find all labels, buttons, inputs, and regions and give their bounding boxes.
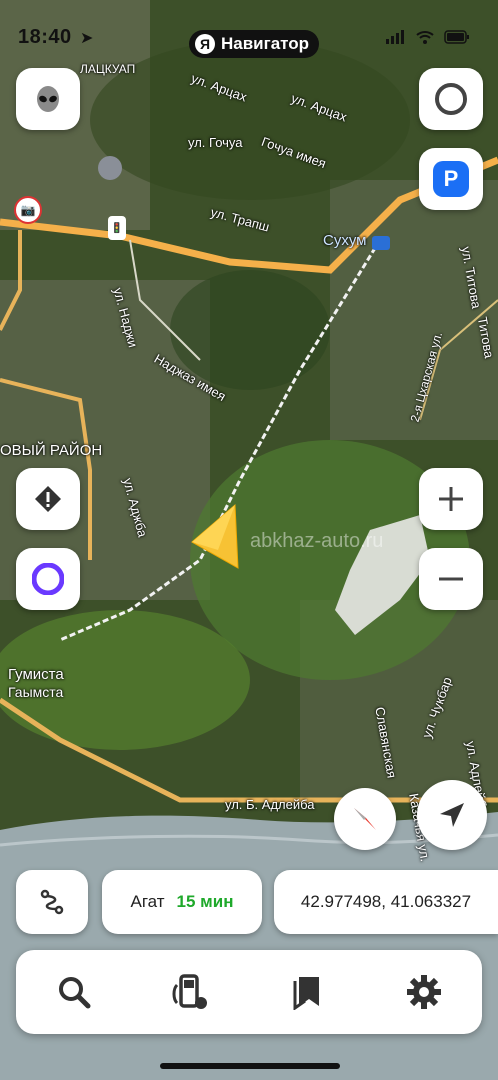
zoom-in-icon <box>439 487 463 511</box>
speed-camera-icon[interactable]: 📷 <box>14 196 42 224</box>
map-label-place: Гумиста <box>8 666 64 683</box>
parking-button[interactable]: P <box>419 148 483 210</box>
status-time: 18:40 <box>18 26 72 48</box>
map-label-district: ОВЫЙ РАЙОН <box>0 442 103 459</box>
station-icon[interactable] <box>372 236 390 250</box>
destination-chip[interactable]: Агат 15 мин <box>102 870 262 934</box>
alice-ring-button[interactable] <box>419 68 483 130</box>
bookmarks-button[interactable] <box>277 962 337 1022</box>
status-bar: 18:40 ➤ Я Навигатор <box>0 22 498 58</box>
traffic-light-icon[interactable]: 🚦 <box>108 216 126 240</box>
poi-icon[interactable] <box>98 156 122 180</box>
yandex-logo-icon: Я <box>195 34 215 54</box>
compass-button[interactable] <box>334 788 396 850</box>
battery-icon <box>444 30 469 44</box>
map-label-street: ул. Б. Адлейба <box>225 797 315 812</box>
route-icon <box>40 889 64 915</box>
warning-icon <box>35 486 61 512</box>
zoom-in-button[interactable] <box>419 468 483 530</box>
alice-icon <box>32 563 64 595</box>
report-button[interactable] <box>16 468 80 530</box>
wifi-icon <box>416 31 434 44</box>
settings-icon <box>406 975 441 1009</box>
alice-button[interactable] <box>16 548 80 610</box>
settings-button[interactable] <box>394 962 454 1022</box>
map-label-street: ул. Гочуа <box>188 135 243 150</box>
location-arrow-icon <box>191 503 239 569</box>
map-label-district: ЛАЦКУАП <box>80 62 136 76</box>
map-label-city: Сухум <box>323 232 367 249</box>
coordinates-text: 42.977498, 41.063327 <box>300 892 472 911</box>
coordinates-chip[interactable]: 42.977498, 41.063327 <box>274 870 498 934</box>
parking-icon: P <box>433 161 469 197</box>
home-indicator <box>160 1063 340 1069</box>
alice-ring-icon <box>435 83 467 115</box>
destination-name: Агат <box>130 892 165 911</box>
watermark: abkhaz-auto.ru <box>250 530 384 552</box>
fuel-icon <box>172 974 207 1009</box>
bookmarks-icon <box>293 977 320 1010</box>
app-title: Навигатор <box>221 34 310 53</box>
search-button[interactable] <box>44 962 104 1022</box>
locate-icon <box>440 803 464 827</box>
eta-time: 15 мин <box>176 892 234 911</box>
fuel-button[interactable] <box>161 962 221 1022</box>
zoom-out-button[interactable] <box>419 548 483 610</box>
status-icons <box>386 30 470 44</box>
alien-button[interactable] <box>16 68 80 130</box>
route-button[interactable] <box>16 870 88 934</box>
bottom-toolbar <box>16 950 482 1034</box>
zoom-out-icon <box>439 577 463 581</box>
search-icon <box>59 977 91 1009</box>
alien-icon <box>37 86 59 112</box>
location-services-icon: ➤ <box>80 30 94 47</box>
locate-button[interactable] <box>417 780 487 850</box>
compass-icon <box>354 808 376 830</box>
signal-icon <box>386 30 404 44</box>
app-title-pill[interactable]: Я Навигатор <box>189 30 320 58</box>
map-label-place: Гаымста <box>8 684 64 700</box>
